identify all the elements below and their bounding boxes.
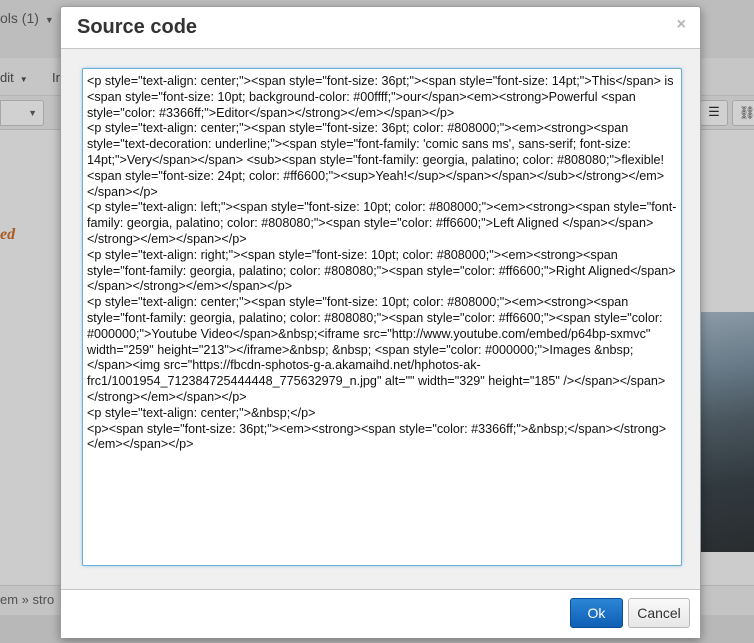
cancel-button[interactable]: Cancel [628, 598, 690, 628]
dialog-body: <p style="text-align: center;"><span sty… [61, 49, 700, 590]
dialog-footer: Ok Cancel [61, 590, 700, 638]
ok-button[interactable]: Ok [570, 598, 623, 628]
source-code-textarea[interactable]: <p style="text-align: center;"><span sty… [82, 68, 682, 566]
dialog-title: Source code [77, 16, 198, 38]
dialog-header: Source code × [61, 7, 700, 49]
close-icon[interactable]: × [677, 17, 686, 33]
source-code-dialog: Source code × <p style="text-align: cent… [60, 6, 701, 638]
